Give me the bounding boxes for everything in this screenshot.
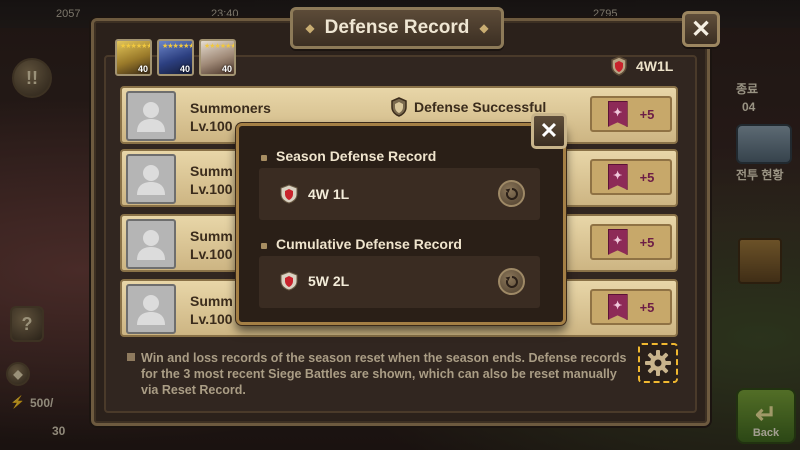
footer-bullet [127, 353, 135, 361]
opponent-level: Lv.100 [190, 118, 233, 134]
opponent-name: Summ [190, 293, 233, 309]
close-icon: ✕ [690, 15, 712, 43]
guild-banner-icon: ✦ [607, 229, 628, 255]
section-bullet [261, 243, 267, 249]
opponent-level: Lv.100 [190, 246, 233, 262]
guild-banner-icon: ✦ [607, 294, 628, 320]
title-ornament-right-icon: ◆ [479, 21, 489, 35]
monster-portrait-3[interactable]: ★★★★★★ 40 [199, 39, 236, 76]
shield-icon [611, 56, 627, 76]
reward-box: ✦ +5 [590, 224, 672, 260]
shield-icon [391, 97, 407, 117]
cumulative-record-value: 5W 2L [308, 273, 350, 289]
red-shield-icon [280, 271, 298, 291]
reset-record-settings-button[interactable] [638, 343, 678, 383]
opponent-level: Lv.100 [190, 311, 233, 327]
opponent-level: Lv.100 [190, 181, 233, 197]
cumulative-reset-button[interactable] [498, 268, 525, 295]
opponent-avatar [126, 219, 176, 269]
window-close-button[interactable]: ✕ [682, 11, 720, 47]
reward-value: +5 [639, 169, 655, 185]
red-shield-icon [280, 184, 298, 204]
opponent-name: Summ [190, 228, 233, 244]
gear-icon [645, 350, 671, 376]
reward-value: +5 [639, 106, 655, 122]
reward-box: ✦ +5 [590, 96, 672, 132]
opponent-avatar [126, 284, 176, 334]
reward-box: ✦ +5 [590, 159, 672, 195]
default-user-icon [137, 165, 165, 195]
reward-box: ✦ +5 [590, 289, 672, 325]
opponent-name: Summoners [190, 100, 271, 116]
guild-banner-icon: ✦ [607, 164, 628, 190]
popup-close-button[interactable]: ✕ [531, 113, 567, 149]
opponent-avatar [126, 91, 176, 141]
default-user-icon [137, 295, 165, 325]
section-bullet [261, 155, 267, 161]
close-icon: ✕ [539, 118, 559, 143]
season-record-title: Season Defense Record [276, 148, 437, 164]
record-summary-text: 4W1L [636, 58, 674, 74]
footer-note: Win and loss records of the season reset… [141, 351, 627, 397]
window-title: Defense Record [324, 17, 470, 38]
reward-value: +5 [639, 234, 655, 250]
defense-result-text: Defense Successful [414, 99, 547, 115]
season-reset-button[interactable] [498, 180, 525, 207]
monster-portrait-2[interactable]: ★★★★★★ 40 [157, 39, 194, 76]
cumulative-record-title: Cumulative Defense Record [276, 236, 462, 252]
reward-value: +5 [639, 299, 655, 315]
reset-icon [505, 187, 518, 200]
season-record-value: 4W 1L [308, 186, 350, 202]
default-user-icon [137, 102, 165, 132]
window-title-plate: ◆ Defense Record ◆ [290, 7, 504, 49]
default-user-icon [137, 230, 165, 260]
title-ornament-left-icon: ◆ [305, 21, 315, 35]
record-summary: 4W1L [610, 56, 673, 76]
reset-icon [505, 275, 518, 288]
opponent-name: Summ [190, 163, 233, 179]
monster-portrait-1[interactable]: ★★★★★★ 40 [115, 39, 152, 76]
defense-result: Defense Successful [390, 97, 546, 117]
guild-banner-icon: ✦ [607, 101, 628, 127]
opponent-avatar [126, 154, 176, 204]
